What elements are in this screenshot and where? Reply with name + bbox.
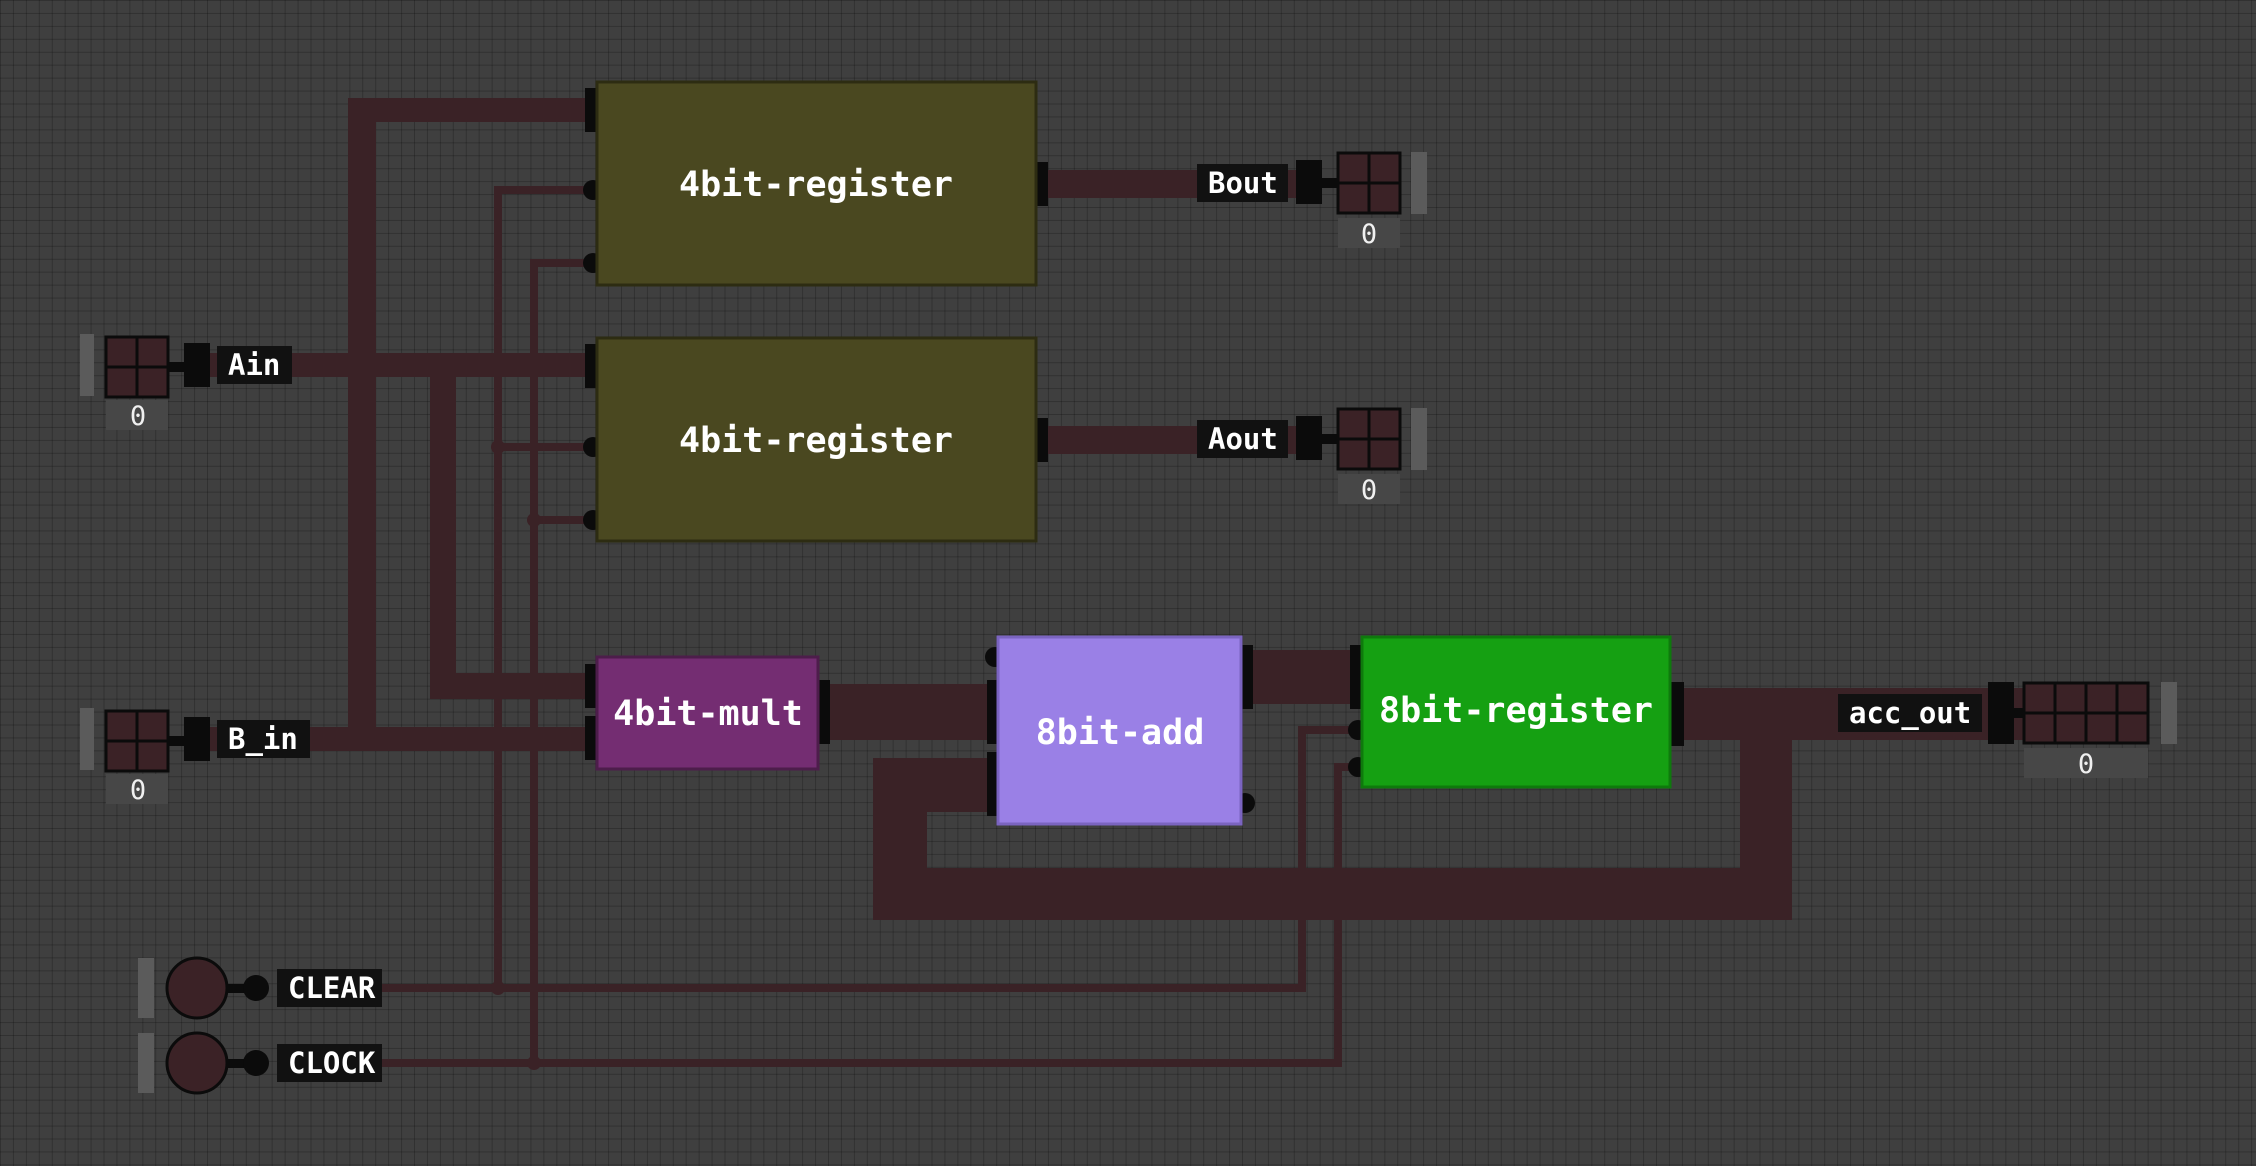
input-ain-bit-2[interactable] [135,335,170,369]
chip-register-b[interactable]: 4bit-register [583,80,1048,287]
clear-button[interactable] [165,956,229,1020]
chip-accumulator-label: 8bit-register [1379,691,1653,731]
chip-mult-label: 4bit-mult [613,694,803,734]
chip-register-a[interactable]: 4bit-register [583,336,1048,543]
output-aout-pin[interactable] [1296,416,1322,460]
output-acc-bit-2 [2053,711,2088,745]
output-acc-bit-5 [2084,681,2119,715]
wire-regb-input[interactable] [348,98,590,122]
input-bin-drag-handle[interactable] [80,708,94,770]
input-ain-pin[interactable] [184,343,210,387]
input-bin-bit-3[interactable] [104,709,139,743]
output-acc-drag-handle[interactable] [2161,682,2177,744]
wire-a-to-mult[interactable] [430,673,590,699]
input-ain-value: 0 [130,401,146,432]
output-bout-bit-1 [1336,181,1371,215]
output-bout[interactable]: Bout 0 [1197,151,1427,250]
input-clear-label: CLEAR [288,971,376,1005]
output-acc-bit-1 [2084,711,2119,745]
wire-a-to-mult-trunk[interactable] [430,365,456,698]
output-aout-bit-1 [1336,437,1371,471]
output-acc-bit-6 [2053,681,2088,715]
input-ain-bit-1[interactable] [104,365,139,399]
output-acc-bit-0 [2115,711,2150,745]
wire-feedback-bottom[interactable] [873,868,1792,920]
output-acc-out-pin[interactable] [1988,682,2014,744]
chip-add[interactable]: 8bit-add [985,635,1255,826]
input-ain-bit-3[interactable] [104,335,139,369]
output-bout-bit-0 [1367,181,1402,215]
input-ain[interactable]: Ain 0 [80,334,292,432]
input-clock[interactable]: CLOCK [138,1031,382,1095]
chip-accumulator[interactable]: 8bit-register [1348,635,1684,789]
output-acc-bit-7 [2022,681,2057,715]
output-aout-bit-3 [1336,407,1371,441]
output-aout-drag-handle[interactable] [1411,408,1427,470]
circuit-canvas: 4bit-register 4bit-register 4bit-mult 8b… [80,80,2177,1095]
output-bout-bit-2 [1367,151,1402,185]
output-acc-out-value: 0 [2078,749,2094,780]
input-clear[interactable]: CLEAR [138,956,382,1020]
input-clock-label: CLOCK [288,1046,376,1080]
output-aout-bit-0 [1367,437,1402,471]
output-acc-out-label: acc_out [1849,696,1971,730]
input-bin-pin[interactable] [184,717,210,761]
input-bin-bit-1[interactable] [104,739,139,773]
output-bout-value: 0 [1361,219,1377,250]
output-aout-bit-2 [1367,407,1402,441]
output-bout-drag-handle[interactable] [1411,152,1427,214]
input-bin-label: B_in [228,722,298,756]
output-acc-bit-3 [2022,711,2057,745]
input-ain-bit-0[interactable] [135,365,170,399]
input-clock-pin[interactable] [243,1050,269,1076]
input-bin-bit-0[interactable] [135,739,170,773]
wire-mult-to-add[interactable] [822,684,998,740]
clock-button[interactable] [165,1031,229,1095]
output-aout-label: Aout [1208,422,1278,456]
chip-register-b-label: 4bit-register [679,165,953,205]
input-bin-value: 0 [130,775,146,806]
wire-ain-trunk[interactable] [348,98,376,738]
wire-add-to-acc[interactable] [1243,650,1353,704]
chip-mult[interactable]: 4bit-mult [585,655,830,771]
input-clock-drag-handle[interactable] [138,1033,154,1093]
input-ain-label: Ain [228,348,280,382]
output-acc-bit-4 [2115,681,2150,715]
output-acc-out[interactable]: acc_out 0 [1838,681,2177,780]
input-b-in[interactable]: B_in 0 [80,708,310,806]
output-aout[interactable]: Aout 0 [1197,407,1427,506]
output-bout-label: Bout [1208,166,1278,200]
wire-feedback-in[interactable] [873,758,998,812]
input-clear-pin[interactable] [243,975,269,1001]
output-bout-pin[interactable] [1296,160,1322,204]
output-bout-bit-3 [1336,151,1371,185]
pin-acc-out[interactable] [1670,682,1684,746]
input-clear-drag-handle[interactable] [138,958,154,1018]
output-aout-value: 0 [1361,475,1377,506]
chip-register-a-label: 4bit-register [679,421,953,461]
wires [200,98,2030,1070]
input-bin-bit-2[interactable] [135,709,170,743]
chip-add-label: 8bit-add [1036,713,1205,753]
input-ain-drag-handle[interactable] [80,334,94,396]
